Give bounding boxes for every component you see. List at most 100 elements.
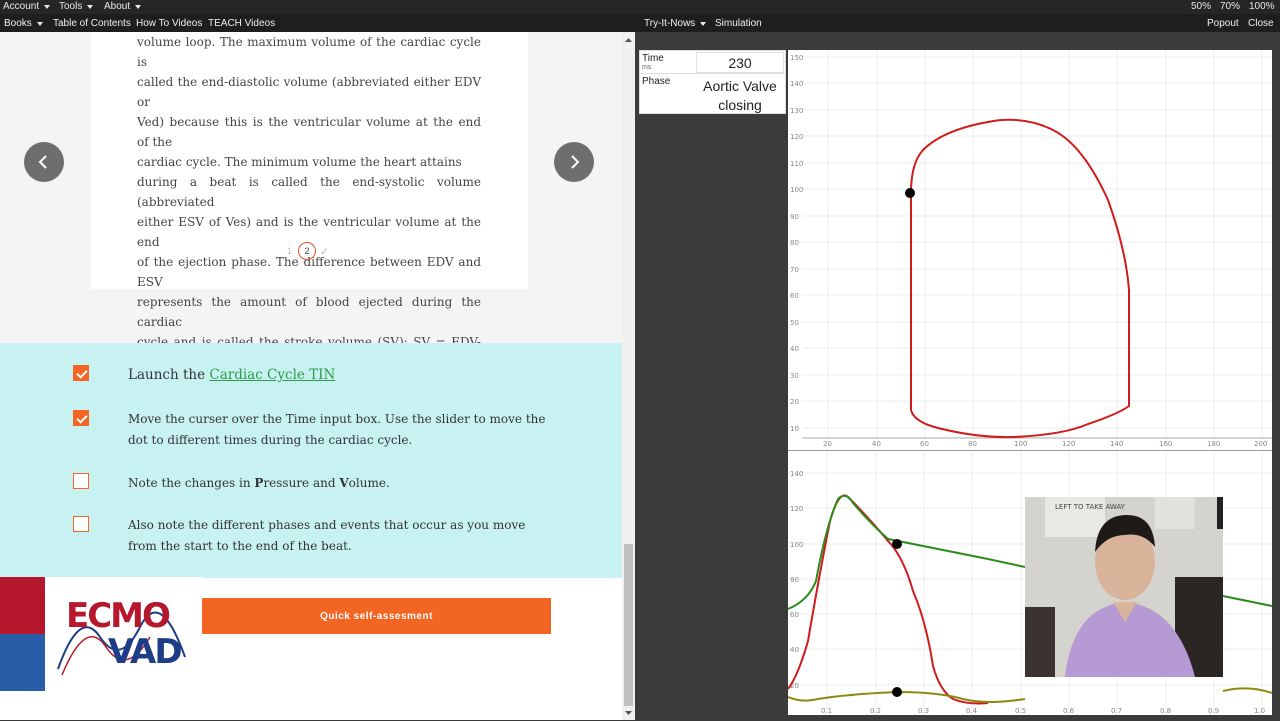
task-item: Also note the different phases and event… — [128, 518, 526, 553]
how-to-videos-link[interactable]: How To Videos — [136, 18, 202, 29]
pv-loop-svg: 150 140 130 120 110 100 90 80 70 60 50 4… — [790, 50, 1272, 448]
pv-x-tick: 40 — [872, 440, 881, 448]
task-item: Note the changes in Pressure and Volume. — [128, 473, 548, 494]
about-label: About — [104, 1, 131, 12]
time-unit: ms — [642, 64, 652, 71]
task-checkbox[interactable] — [73, 410, 89, 426]
presenter-video-frame: LEFT TO TAKE AWAY — [1025, 497, 1223, 677]
task-checkbox[interactable] — [73, 473, 89, 489]
pv-y-tick: 140 — [790, 80, 803, 88]
teach-label: TEACH Videos — [208, 18, 276, 29]
task-text: Note the changes in — [128, 476, 255, 490]
task-checkbox[interactable] — [73, 365, 89, 381]
pv-y-tick: 20 — [790, 398, 799, 406]
books-label: Books — [4, 18, 32, 29]
ecmo-vad-logo: ECMO VAD — [0, 577, 202, 691]
scrollbar-thumb[interactable] — [624, 544, 633, 706]
lv-pressure-curve — [787, 494, 989, 705]
account-menu[interactable]: Account — [3, 1, 51, 12]
pt-x-tick: 0.9 — [1208, 707, 1219, 715]
pv-y-tick: 150 — [790, 54, 803, 62]
zoom-50-label: 50% — [1191, 1, 1212, 12]
simulation-link[interactable]: Simulation — [715, 18, 762, 29]
quick-self-assessment-button[interactable]: Quick self-assesment — [202, 598, 551, 634]
logo-ecmo-text: ECMO — [66, 596, 170, 636]
pv-current-point — [905, 188, 915, 198]
top-menu-bar: Account Tools About 50% 70% 100% — [0, 0, 1280, 14]
task-text: Launch the — [128, 367, 210, 383]
scroll-down-icon[interactable] — [622, 708, 635, 718]
pt-x-tick: 0.1 — [821, 707, 832, 715]
close-button[interactable]: Close — [1248, 18, 1274, 29]
aortic-pressure-curve-tail — [1222, 595, 1273, 607]
reading-scrollbar[interactable] — [622, 32, 635, 720]
next-page-button[interactable] — [554, 142, 594, 182]
current-page-number: 2 — [304, 246, 310, 256]
sim-info-box: Time ms 230 Phase Aortic Valve closing — [639, 50, 786, 114]
books-menu[interactable]: Books — [4, 18, 43, 29]
pv-x-tick: 60 — [920, 440, 929, 448]
task-item: Launch the Cardiac Cycle TIN — [128, 365, 548, 386]
atrial-pressure-curve — [787, 690, 1026, 703]
reading-text: volume loop. The maximum volume of the c… — [137, 32, 481, 372]
time-input[interactable]: 230 — [696, 52, 784, 73]
phase-label: Phase — [642, 76, 671, 87]
pv-y-tick: 10 — [790, 425, 799, 433]
reading-line: called the end-diastolic volume (abbrevi… — [137, 75, 481, 109]
zoom-70-button[interactable]: 70% — [1220, 1, 1240, 12]
pv-y-tick: 100 — [790, 186, 803, 194]
pt-x-tick: 1.0 — [1254, 707, 1265, 715]
pt-x-tick: 0.6 — [1063, 707, 1075, 715]
ecmo-vad-logo-graphic: ECMO VAD — [0, 577, 186, 691]
task-item: Move the curser over the Time input box.… — [128, 412, 546, 447]
reading-line: Ved) because this is the ventricular vol… — [137, 115, 481, 149]
task-text-bold: V — [339, 476, 349, 490]
about-menu[interactable]: About — [104, 1, 142, 12]
zoom-100-button[interactable]: 100% — [1249, 1, 1275, 12]
check-icon: ✓ — [320, 245, 330, 258]
zoom-100-label: 100% — [1249, 1, 1275, 12]
pv-loop-curve — [910, 118, 1130, 439]
prev-page-button[interactable] — [24, 142, 64, 182]
reading-pane: volume loop. The maximum volume of the c… — [0, 32, 622, 720]
pv-x-tick: 200 — [1254, 440, 1267, 448]
pt-x-tick: 0.2 — [870, 707, 881, 715]
nav-bar: Books Table of Contents How To Videos TE… — [0, 14, 1280, 32]
table-of-contents-link[interactable]: Table of Contents — [53, 18, 131, 29]
video-sign-text: LEFT TO TAKE AWAY — [1055, 503, 1126, 511]
phase-value-line: closing — [718, 97, 762, 113]
tryit-label: Try-It-Nows — [644, 18, 696, 29]
pt-x-tick: 0.7 — [1111, 707, 1122, 715]
pt-x-tick: 0.3 — [918, 707, 929, 715]
pv-x-tick: 180 — [1207, 440, 1220, 448]
chevron-down-icon — [44, 4, 51, 9]
scroll-up-icon[interactable] — [622, 35, 635, 45]
task-text: olume. — [348, 476, 390, 490]
chevron-right-icon — [571, 155, 580, 169]
close-label: Close — [1248, 18, 1274, 29]
task-checkbox[interactable] — [73, 516, 89, 532]
atrial-pressure-curve-tail — [1222, 687, 1273, 694]
pv-x-tick: 100 — [1014, 440, 1027, 448]
tools-menu[interactable]: Tools — [59, 1, 94, 12]
pagination: 1 2 ✓ — [287, 242, 329, 260]
pv-x-tick: 120 — [1062, 440, 1075, 448]
zoom-70-label: 70% — [1220, 1, 1241, 12]
pt-x-tick: 0.8 — [1160, 707, 1171, 715]
zoom-50-button[interactable]: 50% — [1191, 1, 1211, 12]
pv-y-tick: 120 — [790, 133, 803, 141]
reading-line: volume loop. The maximum volume of the c… — [137, 35, 481, 69]
teach-videos-link[interactable]: TEACH Videos — [208, 18, 275, 29]
page-1-link[interactable]: 1 — [287, 246, 292, 256]
pv-loop-plot[interactable]: 150 140 130 120 110 100 90 80 70 60 50 4… — [788, 50, 1272, 450]
cardiac-cycle-tin-link[interactable]: Cardiac Cycle TIN — [209, 367, 335, 383]
try-it-nows-menu[interactable]: Try-It-Nows — [644, 18, 707, 29]
pv-y-tick: 110 — [790, 160, 803, 168]
popout-button[interactable]: Popout — [1207, 18, 1239, 29]
pv-y-tick: 70 — [790, 266, 799, 274]
task-text: ressure and — [263, 476, 340, 490]
pv-y-tick: 60 — [790, 292, 799, 300]
pt-y-tick: 120 — [790, 505, 803, 513]
popout-label: Popout — [1207, 18, 1239, 29]
phase-value: Aortic Valve closing — [696, 77, 784, 115]
